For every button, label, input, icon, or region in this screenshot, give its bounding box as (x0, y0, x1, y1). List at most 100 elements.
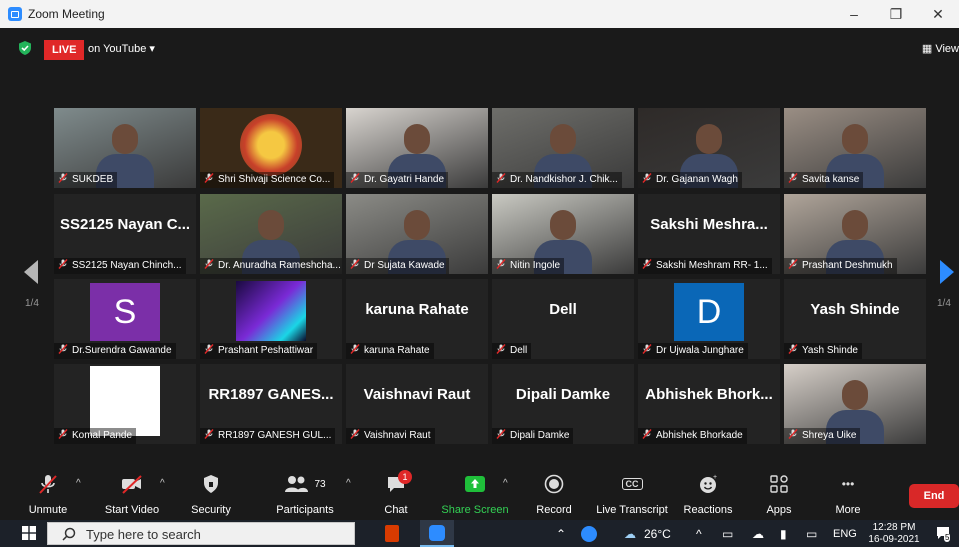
microphone-tray-icon[interactable]: ▮ (780, 520, 787, 547)
participant-tile[interactable]: Dell Dell (492, 279, 634, 359)
window-controls: – ❐ ✕ (833, 0, 959, 28)
participant-tile[interactable]: karuna Rahate karuna Rahate (346, 279, 488, 359)
muted-mic-icon (58, 173, 68, 183)
participants-icon: 73 (268, 472, 342, 496)
weather-widget[interactable]: ☁ 26°C (624, 520, 671, 547)
muted-mic-icon (350, 173, 360, 183)
notifications-icon[interactable]: 5 (935, 525, 951, 542)
apps-button[interactable]: Apps (757, 472, 801, 516)
participant-tile[interactable]: Dr. Anuradha Rameshcha... (200, 194, 342, 274)
security-button[interactable]: Security (186, 472, 236, 516)
next-page-arrow-icon[interactable] (940, 260, 954, 284)
participant-tile[interactable]: Dipali Damke Dipali Damke (492, 364, 634, 444)
person-silhouette-icon (550, 124, 576, 154)
start-video-button[interactable]: Start Video (100, 472, 164, 516)
end-meeting-button[interactable]: End (909, 484, 959, 508)
more-button[interactable]: ••• More (826, 472, 870, 516)
help-tray-icon[interactable] (581, 526, 597, 542)
battery-icon[interactable]: ▭ (806, 520, 817, 547)
participant-tile[interactable]: RR1897 GANES... RR1897 GANESH GUL... (200, 364, 342, 444)
participant-tile[interactable]: Savita kanse (784, 108, 926, 188)
video-options-caret-icon[interactable]: ^ (160, 478, 165, 489)
clock[interactable]: 12:28 PM 16-09-2021 (866, 522, 922, 546)
reactions-button[interactable]: + Reactions (680, 472, 736, 516)
white-frame (90, 366, 160, 436)
participant-tile[interactable]: S Dr.Surendra Gawande (54, 279, 196, 359)
participant-display-name: SS2125 Nayan C... (59, 216, 191, 233)
clock-time: 12:28 PM (872, 522, 916, 533)
participant-name-label: SUKDEB (54, 172, 118, 188)
participant-name: Dr. Gajanan Wagh (656, 174, 738, 185)
participant-name-label: Shreya Uike (784, 428, 861, 444)
language-indicator[interactable]: ENG (833, 520, 857, 547)
record-icon (532, 472, 576, 496)
muted-mic-icon (204, 429, 214, 439)
office-app-icon[interactable] (385, 525, 399, 542)
encryption-shield-icon[interactable] (17, 40, 33, 56)
participant-name-label: SS2125 Nayan Chinch... (54, 258, 186, 274)
share-options-caret-icon[interactable]: ^ (503, 478, 508, 489)
previous-page-arrow-icon[interactable] (24, 260, 38, 284)
restore-button[interactable]: ❐ (875, 0, 917, 28)
participant-tile[interactable]: Nitin Ingole (492, 194, 634, 274)
person-silhouette-icon (404, 124, 430, 154)
participant-tile[interactable]: Shreya Uike (784, 364, 926, 444)
muted-mic-icon (788, 173, 798, 183)
participant-tile[interactable]: Vaishnavi Raut Vaishnavi Raut (346, 364, 488, 444)
clock-date: 16-09-2021 (868, 534, 920, 545)
participant-tile[interactable]: Sakshi Meshra... Sakshi Meshram RR- 1... (638, 194, 780, 274)
participant-display-name: Sakshi Meshra... (650, 216, 768, 233)
zoom-taskbar-button[interactable] (420, 520, 454, 547)
participant-tile[interactable]: SUKDEB (54, 108, 196, 188)
onedrive-cloud-icon[interactable]: ☁ (752, 520, 764, 547)
participant-tile[interactable]: Komal Pande (54, 364, 196, 444)
view-button[interactable]: ▦ View (922, 42, 959, 55)
view-label: View (935, 43, 959, 55)
chat-unread-badge: 1 (398, 470, 412, 484)
unmute-label: Unmute (28, 504, 68, 516)
share-screen-button[interactable]: Share Screen (440, 472, 510, 516)
cloud-icon: ☁ (624, 526, 636, 541)
windows-start-icon[interactable] (22, 526, 36, 540)
apps-label: Apps (766, 504, 792, 516)
participant-tile[interactable]: Prashant Peshattiwar (200, 279, 342, 359)
network-icon[interactable]: ▭ (722, 520, 733, 547)
chat-button[interactable]: 1 Chat (374, 470, 418, 516)
person-silhouette-icon (258, 210, 284, 240)
participants-button[interactable]: 73 Participants (268, 472, 342, 516)
participant-name-label: Prashant Peshattiwar (200, 343, 318, 359)
participant-tile[interactable]: Prashant Deshmukh (784, 194, 926, 274)
participant-name: Dr. Anuradha Rameshcha... (218, 260, 341, 271)
participant-tile[interactable]: Dr Sujata Kawade (346, 194, 488, 274)
unmute-button[interactable]: Unmute (18, 472, 78, 516)
audio-options-caret-icon[interactable]: ^ (76, 478, 81, 489)
zoom-window: Zoom Meeting – ❐ ✕ LIVE on YouTube ▾ ▦ V… (0, 0, 959, 547)
participant-name: Dr. Gayatri Hande (364, 174, 445, 185)
participant-tile[interactable]: D Dr Ujwala Junghare (638, 279, 780, 359)
taskbar-search-box[interactable]: Type here to search (47, 522, 355, 545)
stream-target-dropdown[interactable]: on YouTube ▾ (88, 42, 155, 55)
participant-tile[interactable]: Dr. Gayatri Hande (346, 108, 488, 188)
participant-name: karuna Rahate (364, 345, 430, 356)
participant-tile[interactable]: Yash Shinde Yash Shinde (784, 279, 926, 359)
close-button[interactable]: ✕ (917, 0, 959, 28)
participant-tile[interactable]: Shri Shivaji Science Co... (200, 108, 342, 188)
participant-tile[interactable]: Dr. Nandkishor J. Chik... (492, 108, 634, 188)
live-badge[interactable]: LIVE (44, 40, 85, 60)
minimize-button[interactable]: – (833, 0, 875, 28)
show-hidden-icons[interactable]: ^ (696, 520, 702, 547)
muted-mic-icon (496, 429, 506, 439)
participant-tile[interactable]: Dr. Gajanan Wagh (638, 108, 780, 188)
participant-tile[interactable]: SS2125 Nayan C... SS2125 Nayan Chinch... (54, 194, 196, 274)
live-transcript-button[interactable]: CC Live Transcript (594, 472, 670, 516)
tray-scroll-icon[interactable]: ⌃ (556, 520, 566, 547)
participant-name-label: karuna Rahate (346, 343, 434, 359)
muted-mic-icon (496, 259, 506, 269)
page-indicator-left: 1/4 (25, 298, 39, 309)
grid-view-icon: ▦ (921, 43, 936, 55)
participants-caret-icon[interactable]: ^ (346, 478, 351, 489)
record-button[interactable]: Record (532, 472, 576, 516)
reactions-smiley-icon: + (680, 472, 736, 496)
participant-tile[interactable]: Abhishek Bhork... Abhishek Bhorkade (638, 364, 780, 444)
participant-name: Prashant Peshattiwar (218, 345, 314, 356)
